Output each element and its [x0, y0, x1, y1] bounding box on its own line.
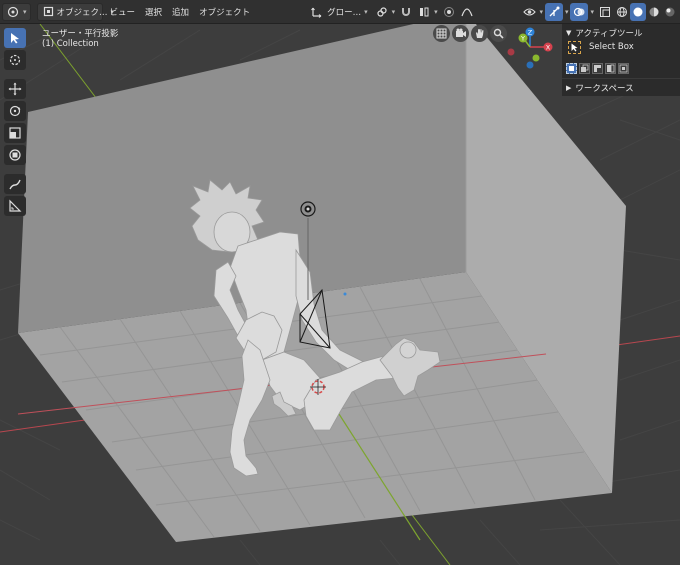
active-tool-header-label: アクティブツール	[575, 28, 643, 39]
chevron-down-icon: ▾	[590, 7, 594, 16]
rendered-sphere-icon	[663, 5, 677, 19]
material-sphere-icon	[647, 5, 661, 19]
eye-icon	[522, 5, 536, 19]
xray-toggle[interactable]	[596, 3, 614, 21]
rotate-icon	[9, 105, 21, 117]
mode-label: オブジェク…	[56, 7, 108, 18]
active-tool-row[interactable]: Select Box	[562, 38, 680, 56]
select-box-icon	[568, 40, 581, 54]
gizmo-x-label: X	[546, 44, 551, 52]
mode-invert-button[interactable]	[605, 62, 616, 74]
scale-tool-button[interactable]	[4, 123, 26, 143]
expand-arrow-icon: ▼	[566, 28, 572, 37]
proportional-edit-toggle[interactable]	[440, 3, 458, 21]
menu-add[interactable]: 追加	[167, 3, 194, 21]
measure-tool-button[interactable]	[4, 196, 26, 216]
menu-object[interactable]: オブジェクト	[194, 3, 255, 21]
transform-tool-button[interactable]	[4, 145, 26, 165]
gizmo-toggle[interactable]	[544, 2, 563, 21]
mode-intersect-button[interactable]	[618, 62, 629, 74]
selection-mode-buttons	[562, 62, 680, 74]
hand-icon	[476, 29, 484, 38]
workspace-section-header[interactable]: ▶ ワークスペース	[562, 81, 680, 94]
viewport-scene[interactable]	[0, 24, 680, 565]
rotate-tool-button[interactable]	[4, 101, 26, 121]
chevron-down-icon: ▾	[23, 7, 27, 16]
orientation-icon	[310, 5, 324, 19]
proportional-edit-icon	[442, 5, 456, 19]
gizmo-neg-z-handle	[526, 61, 534, 69]
object-mode-icon	[43, 5, 54, 19]
active-tool-name: Select Box	[589, 42, 634, 52]
3d-viewport[interactable]: ユーザー・平行投影 (1) Collection Z X Y	[0, 24, 680, 565]
grid-icon	[436, 28, 447, 39]
shading-material-button[interactable]	[646, 3, 662, 21]
menu-view[interactable]: ビュー	[105, 3, 141, 21]
menu-select[interactable]: 選択	[140, 3, 167, 21]
shading-solid-button[interactable]	[630, 2, 646, 21]
overlays-dropdown[interactable]: ▾	[588, 3, 596, 21]
falloff-dropdown[interactable]	[458, 3, 476, 21]
gizmo-y-label: Y	[520, 35, 525, 43]
mode-extend-button[interactable]	[579, 62, 590, 74]
3d-viewport-icon	[6, 5, 20, 19]
viewport-header: ▾ オブジェク… ▾ ビュー 選択 追加 オブジェクト グロー… ▾ ▾ ▾ ▾…	[0, 0, 680, 24]
collapse-arrow-icon: ▶	[566, 83, 572, 92]
xray-icon	[598, 5, 612, 19]
chevron-down-icon: ▾	[539, 7, 543, 16]
tool-shelf	[4, 28, 26, 216]
shading-rendered-button[interactable]	[662, 3, 678, 21]
chevron-down-icon: ▾	[434, 7, 438, 16]
mode-dropdown[interactable]: オブジェク… ▾	[36, 2, 114, 21]
move-tool-button[interactable]	[4, 79, 26, 99]
ruler-icon	[9, 199, 22, 212]
chevron-down-icon: ▾	[364, 7, 368, 16]
transform-orientation-dropdown[interactable]: グロー… ▾	[305, 3, 373, 21]
pencil-icon	[9, 179, 21, 190]
move-arrows-icon	[8, 82, 22, 96]
view-name-label: ユーザー・平行投影	[42, 29, 119, 39]
workspace-header-label: ワークスペース	[575, 83, 634, 94]
snap-target-dropdown[interactable]: ▾	[415, 3, 440, 21]
pan-view-button[interactable]	[471, 25, 488, 42]
gizmo-z-label: Z	[528, 29, 533, 37]
mode-subtract-button[interactable]	[592, 62, 603, 74]
cursor-arrow-icon	[11, 33, 19, 44]
annotate-tool-button[interactable]	[4, 174, 26, 194]
zoom-view-button[interactable]	[490, 25, 507, 42]
editor-type-button[interactable]: ▾	[2, 2, 31, 21]
camera-icon	[455, 28, 466, 37]
falloff-curve-icon	[460, 5, 474, 19]
overlays-toggle[interactable]	[570, 2, 589, 21]
solid-sphere-icon	[631, 5, 645, 19]
select-tool-button[interactable]	[4, 28, 26, 48]
camera-view-button[interactable]	[452, 25, 469, 42]
pivot-point-dropdown[interactable]: ▾	[373, 3, 398, 21]
snap-increment-icon	[417, 5, 431, 19]
navigation-gizmo[interactable]: Z X Y	[506, 24, 562, 76]
wireframe-sphere-icon	[615, 5, 629, 19]
mode-set-button[interactable]	[566, 62, 577, 74]
scale-icon	[9, 127, 21, 139]
overlays-icon	[572, 5, 586, 19]
collection-label: (1) Collection	[42, 39, 99, 49]
cursor-tool-button[interactable]	[4, 50, 26, 70]
link-icon	[375, 5, 389, 19]
shading-wireframe-button[interactable]	[614, 3, 630, 21]
gizmo-neg-x-handle	[507, 48, 515, 56]
magnet-icon	[399, 5, 413, 19]
gizmo-neg-y-handle	[532, 54, 540, 62]
transform-icon	[9, 149, 21, 161]
gizmo-icon	[547, 5, 561, 19]
visibility-dropdown[interactable]: ▾	[520, 3, 545, 21]
magnifier-icon	[493, 28, 504, 39]
toggle-camera-view-button[interactable]	[433, 25, 450, 42]
tool-settings-panel: ▼ アクティブツール Select Box ▶ ワークスペース	[562, 24, 680, 96]
gizmo-dropdown[interactable]: ▾	[563, 3, 571, 21]
snap-toggle[interactable]	[397, 3, 415, 21]
orientation-label: グロー…	[327, 7, 362, 18]
chevron-down-icon: ▾	[391, 7, 396, 16]
3d-cursor-icon	[9, 54, 21, 66]
chevron-down-icon: ▾	[564, 7, 569, 16]
